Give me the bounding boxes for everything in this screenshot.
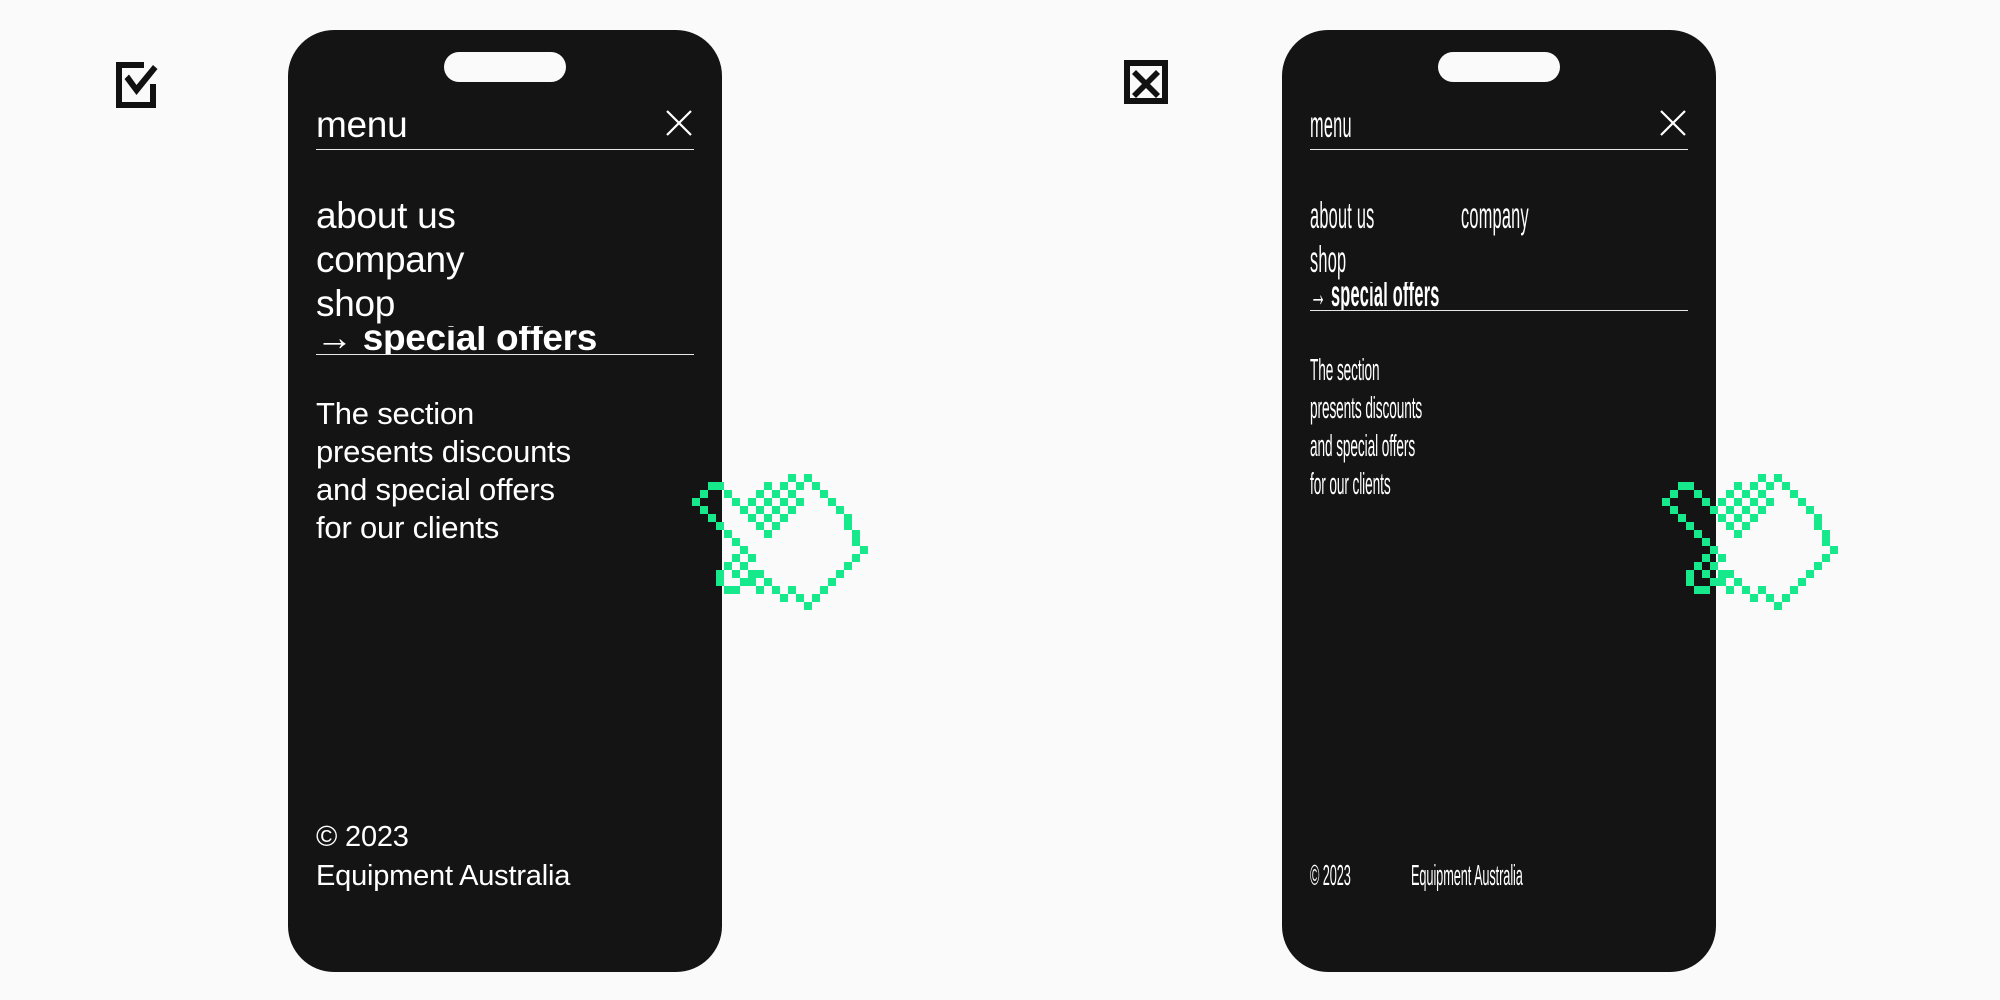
menu-screen-left: menu about us company shop → special offe… (288, 30, 722, 972)
nav-item-special-offers[interactable]: → special offers (316, 326, 694, 355)
nav-item-shop[interactable]: shop (1310, 238, 1346, 282)
company-name: Equipment Australia (1410, 860, 1523, 892)
nav-item-company[interactable]: company (1461, 194, 1529, 238)
checkbox-crossed-icon (1120, 56, 1172, 108)
pixel-hand-cursor-right (1658, 470, 1858, 618)
description-line: The section (316, 396, 475, 431)
nav-item-label: special offers (362, 326, 598, 355)
company-name: Equipment Australia (316, 860, 571, 892)
nav-item-shop[interactable]: shop (316, 282, 694, 326)
copyright-year: © 2023 (316, 821, 409, 853)
close-icon[interactable] (1658, 108, 1688, 138)
description-line: for our clients (1310, 466, 1391, 501)
menu-screen-right: menu about us company shop → special offe… (1282, 30, 1716, 972)
canvas: menu about us company shop → special offe… (0, 0, 2000, 1000)
checkbox-checked-icon (110, 56, 162, 108)
nav-list: about us company shop → special offers (1310, 194, 1688, 311)
arrow-right-icon: → (1310, 282, 1327, 311)
section-description: The section presents discounts and speci… (1310, 351, 1688, 503)
phone-mockup-right: menu about us company shop → special offe… (1282, 30, 1716, 972)
arrow-right-icon: → (316, 326, 353, 355)
description-line: The section (1310, 352, 1380, 387)
description-line: presents discounts (1310, 390, 1423, 425)
page-title: menu (1310, 104, 1352, 145)
close-icon[interactable] (664, 108, 694, 138)
nav-list: about us company shop → special offers (316, 194, 694, 355)
description-line: and special offers (1310, 428, 1416, 463)
footer-copyright: © 2023 Equipment Australia (316, 818, 570, 896)
nav-item-special-offers[interactable]: → special offers (1310, 282, 1688, 311)
pixel-hand-cursor-left (688, 470, 888, 618)
page-title: menu (316, 104, 408, 145)
nav-item-company[interactable]: company (316, 238, 694, 282)
nav-item-about-us[interactable]: about us (1310, 194, 1375, 238)
phone-mockup-left: menu about us company shop → special offe… (288, 30, 722, 972)
section-description: The section presents discounts and speci… (316, 395, 646, 547)
description-line: for our clients (316, 510, 500, 545)
copyright-year: © 2023 (1310, 860, 1351, 892)
footer-copyright: © 2023 Equipment Australia (1310, 857, 1665, 896)
menu-header: menu (316, 106, 694, 150)
description-line: presents discounts (316, 434, 571, 469)
description-line: and special offers (316, 472, 555, 507)
nav-item-about-us[interactable]: about us (316, 194, 694, 238)
menu-header: menu (1310, 106, 1688, 150)
nav-item-label: special offers (1330, 282, 1440, 311)
